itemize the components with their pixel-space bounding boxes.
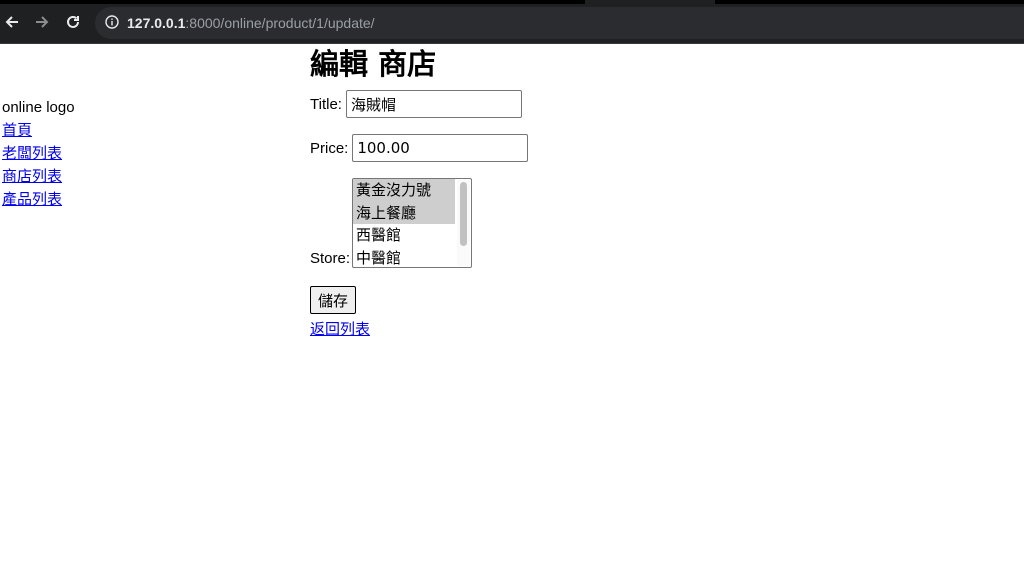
reload-button[interactable] [61, 10, 85, 34]
nav-link-home[interactable]: 首頁 [2, 119, 32, 142]
main-content: 編輯 商店 Title: Price: Store: 黃金沒力號 海上餐廳 西醫… [310, 44, 1010, 339]
reload-icon [67, 15, 79, 28]
nav-link-product-list[interactable]: 產品列表 [2, 188, 62, 211]
back-to-list-link[interactable]: 返回列表 [310, 318, 370, 339]
store-option[interactable]: 黃金沒力號 [353, 179, 456, 202]
page-content: online logo 首頁 老闆列表 商店列表 產品列表 編輯 商店 Titl… [0, 44, 1024, 561]
store-option[interactable]: 海上餐廳 [353, 201, 456, 224]
site-logo: online logo [2, 99, 75, 116]
store-label: Store: [310, 250, 351, 267]
store-multiselect[interactable]: 黃金沒力號 海上餐廳 西醫館 中醫館 [352, 178, 473, 268]
price-label: Price: [310, 139, 349, 157]
store-field-row: Store: 黃金沒力號 海上餐廳 西醫館 中醫館 [310, 178, 1010, 268]
title-field-row: Title: [310, 90, 1010, 118]
nav-link-owner-list[interactable]: 老闆列表 [2, 142, 62, 165]
info-icon[interactable] [105, 15, 119, 29]
store-option[interactable]: 西醫館 [353, 224, 455, 247]
url-host: 127.0.0.1 [127, 15, 186, 31]
forward-button[interactable] [30, 10, 54, 34]
save-button[interactable]: 儲存 [310, 286, 357, 314]
page-title: 編輯 商店 [310, 47, 437, 81]
title-label: Title: [310, 95, 342, 113]
nav-link-store-list[interactable]: 商店列表 [2, 165, 62, 188]
scrollbar-thumb[interactable] [460, 182, 468, 246]
store-scrollbar[interactable] [457, 180, 471, 266]
arrow-left-icon [5, 16, 18, 28]
address-bar[interactable]: 127.0.0.1:8000/online/product/1/update/ [95, 7, 1024, 39]
price-input[interactable] [352, 134, 529, 162]
store-option[interactable]: 中醫館 [353, 247, 455, 268]
url-path: :8000/online/product/1/update/ [185, 15, 375, 31]
active-tab[interactable] [585, 0, 715, 4]
browser-toolbar: 127.0.0.1:8000/online/product/1/update/ [0, 0, 1024, 44]
sidebar: online logo 首頁 老闆列表 商店列表 產品列表 [2, 96, 202, 211]
back-button[interactable] [0, 10, 24, 34]
price-field-row: Price: [310, 134, 1010, 162]
title-input[interactable] [345, 90, 522, 118]
arrow-right-icon [36, 16, 49, 28]
tab-strip [0, 0, 1024, 4]
